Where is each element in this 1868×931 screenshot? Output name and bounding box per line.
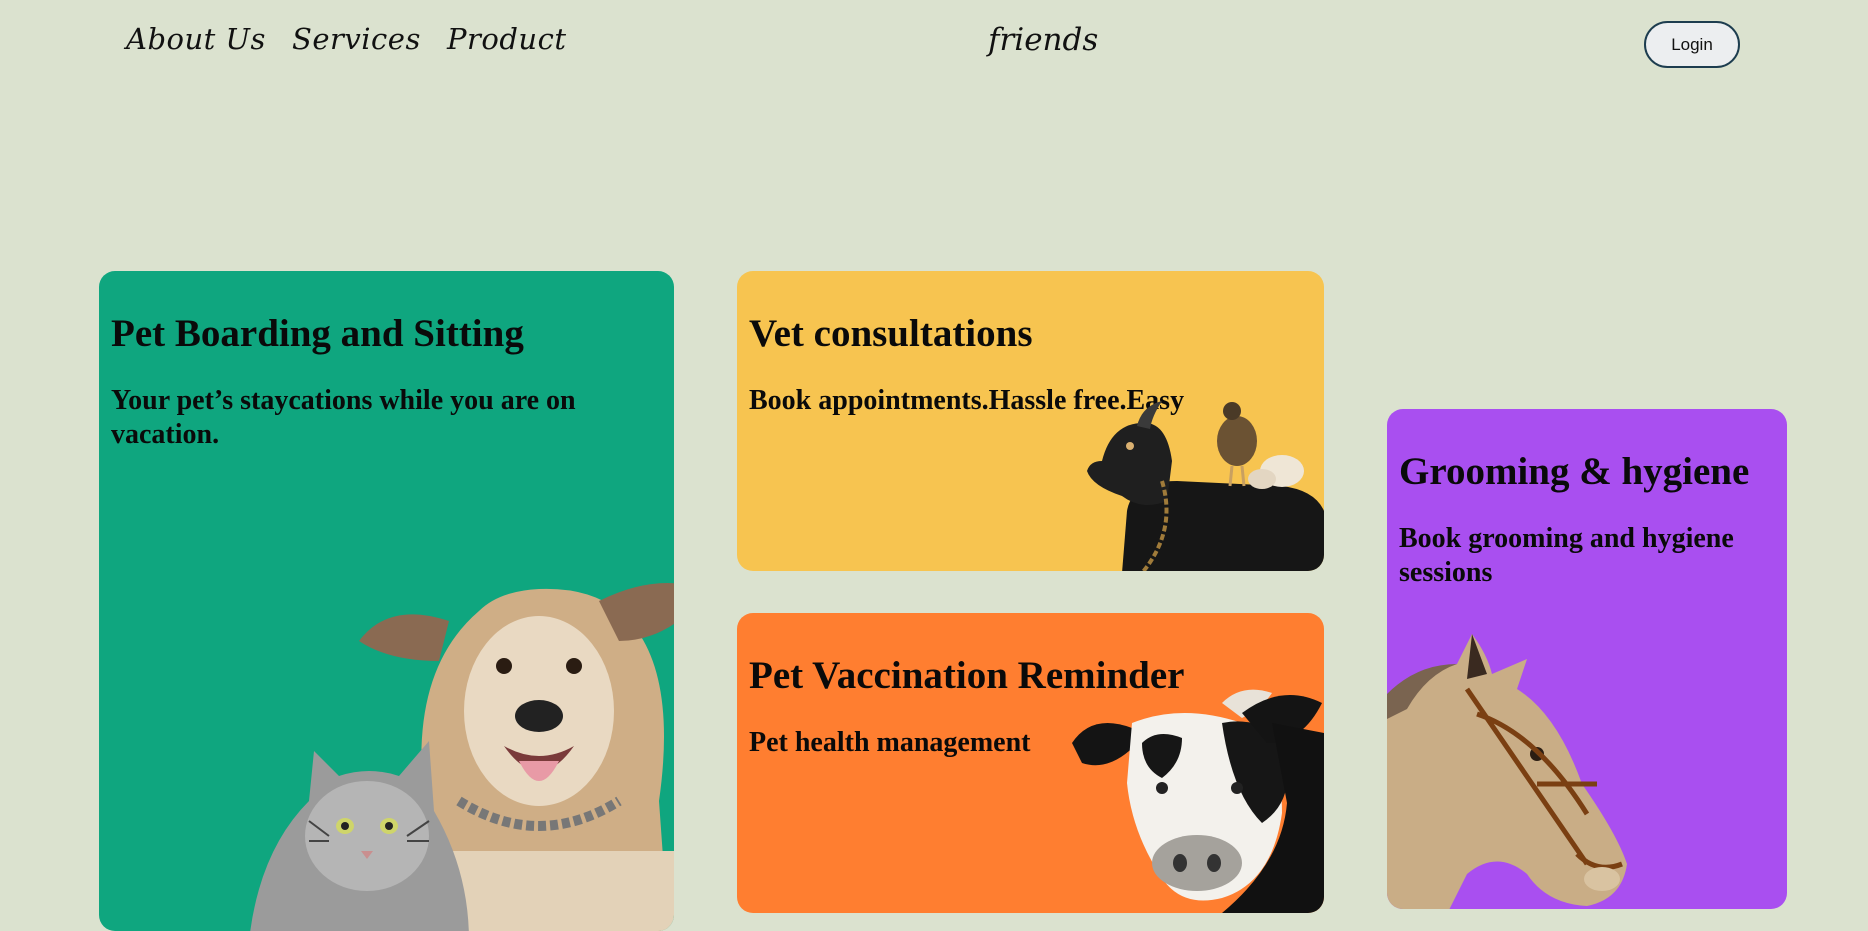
card-vet-consultations[interactable]: Vet consultations Book appointments.Hass… <box>737 271 1324 571</box>
cat-and-dog-illustration <box>250 583 674 931</box>
card-grooming-hygiene[interactable]: Grooming & hygiene Book grooming and hyg… <box>1387 409 1787 909</box>
card-subtitle: Pet health management <box>749 727 1031 758</box>
card-pet-vaccination-reminder[interactable]: Pet Vaccination Reminder Pet health mana… <box>737 613 1324 913</box>
nav-link-about-us[interactable]: About Us <box>126 22 266 56</box>
horse-illustration <box>1387 634 1627 909</box>
goat-and-chicken-illustration <box>1087 401 1324 571</box>
card-title: Grooming & hygiene <box>1399 450 1750 493</box>
nav-link-services[interactable]: Services <box>292 22 421 56</box>
card-title: Pet Boarding and Sitting <box>111 312 524 355</box>
cow-illustration <box>1072 689 1324 913</box>
nav-link-product[interactable]: Product <box>447 22 566 56</box>
card-pet-boarding[interactable]: Pet Boarding and Sitting Your pet’s stay… <box>99 271 674 931</box>
brand-logo[interactable]: friends <box>988 22 1098 58</box>
login-button[interactable]: Login <box>1644 21 1740 68</box>
card-subtitle: Book grooming and hygiene sessions <box>1399 523 1734 588</box>
card-title: Vet consultations <box>749 312 1033 355</box>
card-subtitle: Your pet’s staycations while you are on … <box>111 385 576 450</box>
